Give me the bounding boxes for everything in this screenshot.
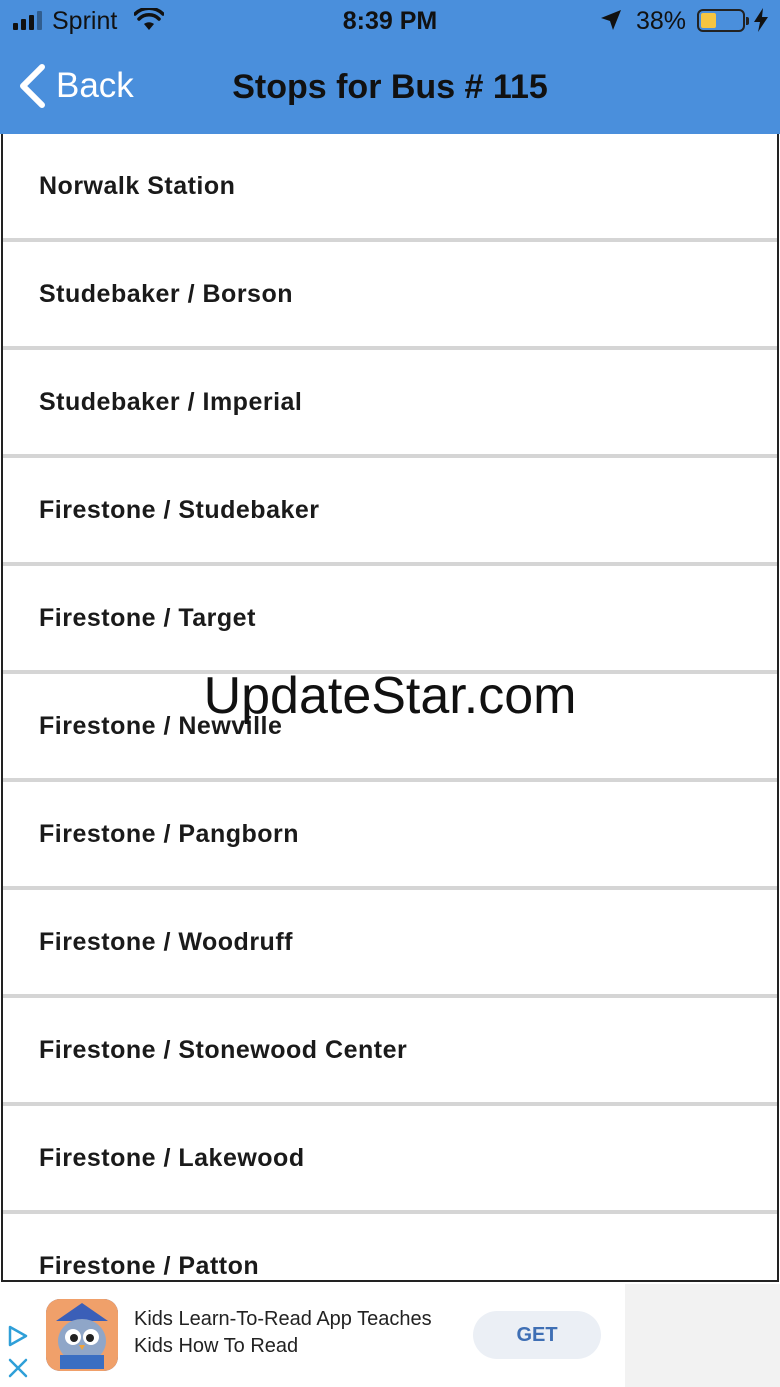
battery-percent: 38% (636, 7, 687, 35)
stops-list[interactable]: Norwalk Station Studebaker / Borson Stud… (1, 134, 779, 1282)
app-root: Sprint 8:39 PM 38% Back Stops for Bus # … (0, 0, 780, 1387)
stop-row[interactable]: Firestone / Woodruff (3, 890, 777, 998)
charging-bolt-icon (754, 8, 768, 32)
get-button[interactable]: GET (473, 1311, 601, 1359)
stop-row[interactable]: Firestone / Lakewood (3, 1106, 777, 1214)
nav-header: Sprint 8:39 PM 38% Back Stops for Bus # … (0, 0, 780, 134)
stop-row[interactable]: Firestone / Pangborn (3, 782, 777, 890)
app-icon[interactable] (46, 1299, 118, 1371)
battery-icon (697, 9, 749, 32)
stop-row[interactable]: Firestone / Patton (3, 1214, 777, 1280)
page-title: Stops for Bus # 115 (232, 68, 548, 106)
stop-row[interactable]: Studebaker / Imperial (3, 350, 777, 458)
stop-row[interactable]: Firestone / Studebaker (3, 458, 777, 566)
stop-row[interactable]: Studebaker / Borson (3, 242, 777, 350)
ad-text-line: Kids Learn-To-Read App Teaches (134, 1308, 432, 1330)
stop-row[interactable]: Firestone / Stonewood Center (3, 998, 777, 1106)
close-icon[interactable] (6, 1356, 30, 1380)
stop-row[interactable]: Norwalk Station (3, 134, 777, 242)
ad-banner[interactable]: Kids Learn-To-Read App Teaches Kids How … (0, 1284, 780, 1387)
stop-row[interactable]: Firestone / Newville (3, 674, 777, 782)
location-arrow-icon (601, 10, 621, 30)
ad-text[interactable]: Kids Learn-To-Read App Teaches Kids How … (134, 1306, 454, 1360)
stop-row[interactable]: Firestone / Target (3, 566, 777, 674)
status-bar: Sprint 8:39 PM 38% (0, 0, 780, 44)
ad-text-line: Kids How To Read (134, 1335, 299, 1357)
ad-choices-icon[interactable] (6, 1324, 30, 1348)
